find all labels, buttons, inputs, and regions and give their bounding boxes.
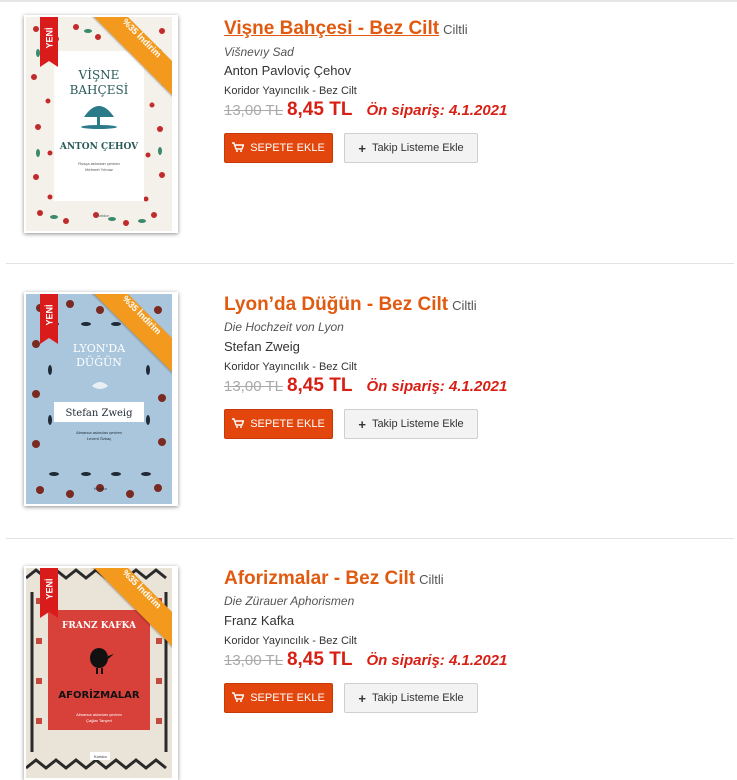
book-cover-3[interactable]: FRANZ KAFKA AFORİZMALAR Almanca aslından… [24, 566, 178, 780]
new-badge: YENİ [40, 17, 58, 67]
cover-author: Stefan Zweig [65, 408, 133, 419]
add-to-watchlist-button[interactable]: + Takip Listeme Ekle [344, 683, 478, 713]
add-to-cart-button[interactable]: SEPETE EKLE [224, 409, 333, 439]
cover-translator-line2: Levent Özkaç [87, 436, 111, 441]
item-divider [6, 538, 734, 539]
add-to-cart-label: SEPETE EKLE [250, 692, 325, 704]
publisher-link[interactable]: Koridor Yayıncılık - Bez Cilt [224, 635, 357, 647]
cart-icon [232, 141, 245, 155]
top-divider [0, 0, 737, 2]
plus-icon: + [358, 416, 366, 432]
publisher-link[interactable]: Koridor Yayıncılık - Bez Cilt [224, 361, 357, 373]
add-to-cart-button[interactable]: SEPETE EKLE [224, 133, 333, 163]
add-to-cart-label: SEPETE EKLE [250, 142, 325, 154]
item-divider [6, 263, 734, 264]
cover-translator-line1: Almanca aslından çeviren [76, 430, 122, 435]
book-title-link[interactable]: Vişne Bahçesi - Bez Cilt [224, 18, 439, 39]
book-cover-2[interactable]: LYON'DA DÜĞÜN Stefan Zweig Almanca aslın… [24, 292, 178, 506]
new-price: 8,45 TL [286, 649, 353, 670]
cover-author: ANTON ÇEHOV [59, 142, 139, 152]
cart-icon [232, 691, 245, 705]
publisher-link[interactable]: Koridor Yayıncılık - Bez Cilt [224, 85, 357, 97]
cover-translator-line1: Almanca aslından çeviren [76, 712, 122, 717]
book-title-link[interactable]: Aforizmalar - Bez Cilt [224, 568, 415, 589]
add-to-watchlist-label: Takip Listeme Ekle [371, 418, 464, 430]
book-cover-1[interactable]: VİŞNE BAHÇESİ ANTON ÇEHOV Rusça aslından… [24, 15, 178, 233]
original-title: Die Zürauer Aphorismen [224, 594, 355, 608]
cover-imprint: Koridor [94, 486, 108, 491]
add-to-watchlist-label: Takip Listeme Ekle [371, 142, 464, 154]
author-link[interactable]: Franz Kafka [224, 613, 294, 628]
add-to-watchlist-button[interactable]: + Takip Listeme Ekle [344, 409, 478, 439]
price-row: 13,00 TL 8,45 TL Ön sipariş: 4.1.2021 [224, 649, 507, 671]
cart-icon [232, 417, 245, 431]
price-row: 13,00 TL 8,45 TL Ön sipariş: 4.1.2021 [224, 99, 507, 121]
price-row: 13,00 TL 8,45 TL Ön sipariş: 4.1.2021 [224, 375, 507, 397]
add-to-cart-label: SEPETE EKLE [250, 418, 325, 430]
preorder-date: Ön sipariş: 4.1.2021 [366, 102, 508, 119]
binding-label: Ciltli [443, 22, 468, 37]
plus-icon: + [358, 690, 366, 706]
plus-icon: + [358, 140, 366, 156]
author-link[interactable]: Stefan Zweig [224, 339, 300, 354]
cover-translator-line2: Mehmet Yılmaz [85, 167, 113, 172]
cover-title-line1: FRANZ KAFKA [62, 621, 137, 631]
new-badge: YENİ [40, 568, 58, 618]
cover-title-line1: LYON'DA [73, 342, 126, 355]
book-title-row-1: Vişne Bahçesi - Bez Cilt Ciltli [224, 18, 468, 40]
new-badge: YENİ [40, 294, 58, 344]
new-price: 8,45 TL [286, 375, 353, 396]
add-to-cart-button[interactable]: SEPETE EKLE [224, 683, 333, 713]
old-price: 13,00 TL [224, 102, 283, 119]
old-price: 13,00 TL [224, 378, 283, 395]
binding-label: Ciltli [452, 298, 477, 313]
cover-title-line2: AFORİZMALAR [58, 687, 140, 701]
original-title: Višnevıy Sad [224, 45, 294, 59]
book-title-row-3: Aforizmalar - Bez Cilt Ciltli [224, 568, 444, 590]
cover-title-line2: DÜĞÜN [76, 355, 122, 369]
preorder-date: Ön sipariş: 4.1.2021 [366, 652, 508, 669]
book-title-row-2: Lyon’da Düğün - Bez Cilt Ciltli [224, 294, 477, 316]
binding-label: Ciltli [419, 572, 444, 587]
cover-imprint: Koridor [94, 754, 108, 759]
add-to-watchlist-label: Takip Listeme Ekle [371, 692, 464, 704]
cover-title-line1: VİŞNE [78, 67, 120, 82]
cover-title-line2: BAHÇESİ [70, 82, 129, 97]
cover-translator-line2: Çağlar Tanyeri [86, 718, 112, 723]
cover-translator-line1: Rusça aslından çeviren [78, 161, 120, 166]
old-price: 13,00 TL [224, 652, 283, 669]
book-title-link[interactable]: Lyon’da Düğün - Bez Cilt [224, 294, 448, 315]
original-title: Die Hochzeit von Lyon [224, 320, 344, 334]
add-to-watchlist-button[interactable]: + Takip Listeme Ekle [344, 133, 478, 163]
new-price: 8,45 TL [286, 99, 353, 120]
cover-imprint: Koridor [96, 213, 110, 218]
preorder-date: Ön sipariş: 4.1.2021 [366, 378, 508, 395]
author-link[interactable]: Anton Pavloviç Çehov [224, 63, 351, 78]
